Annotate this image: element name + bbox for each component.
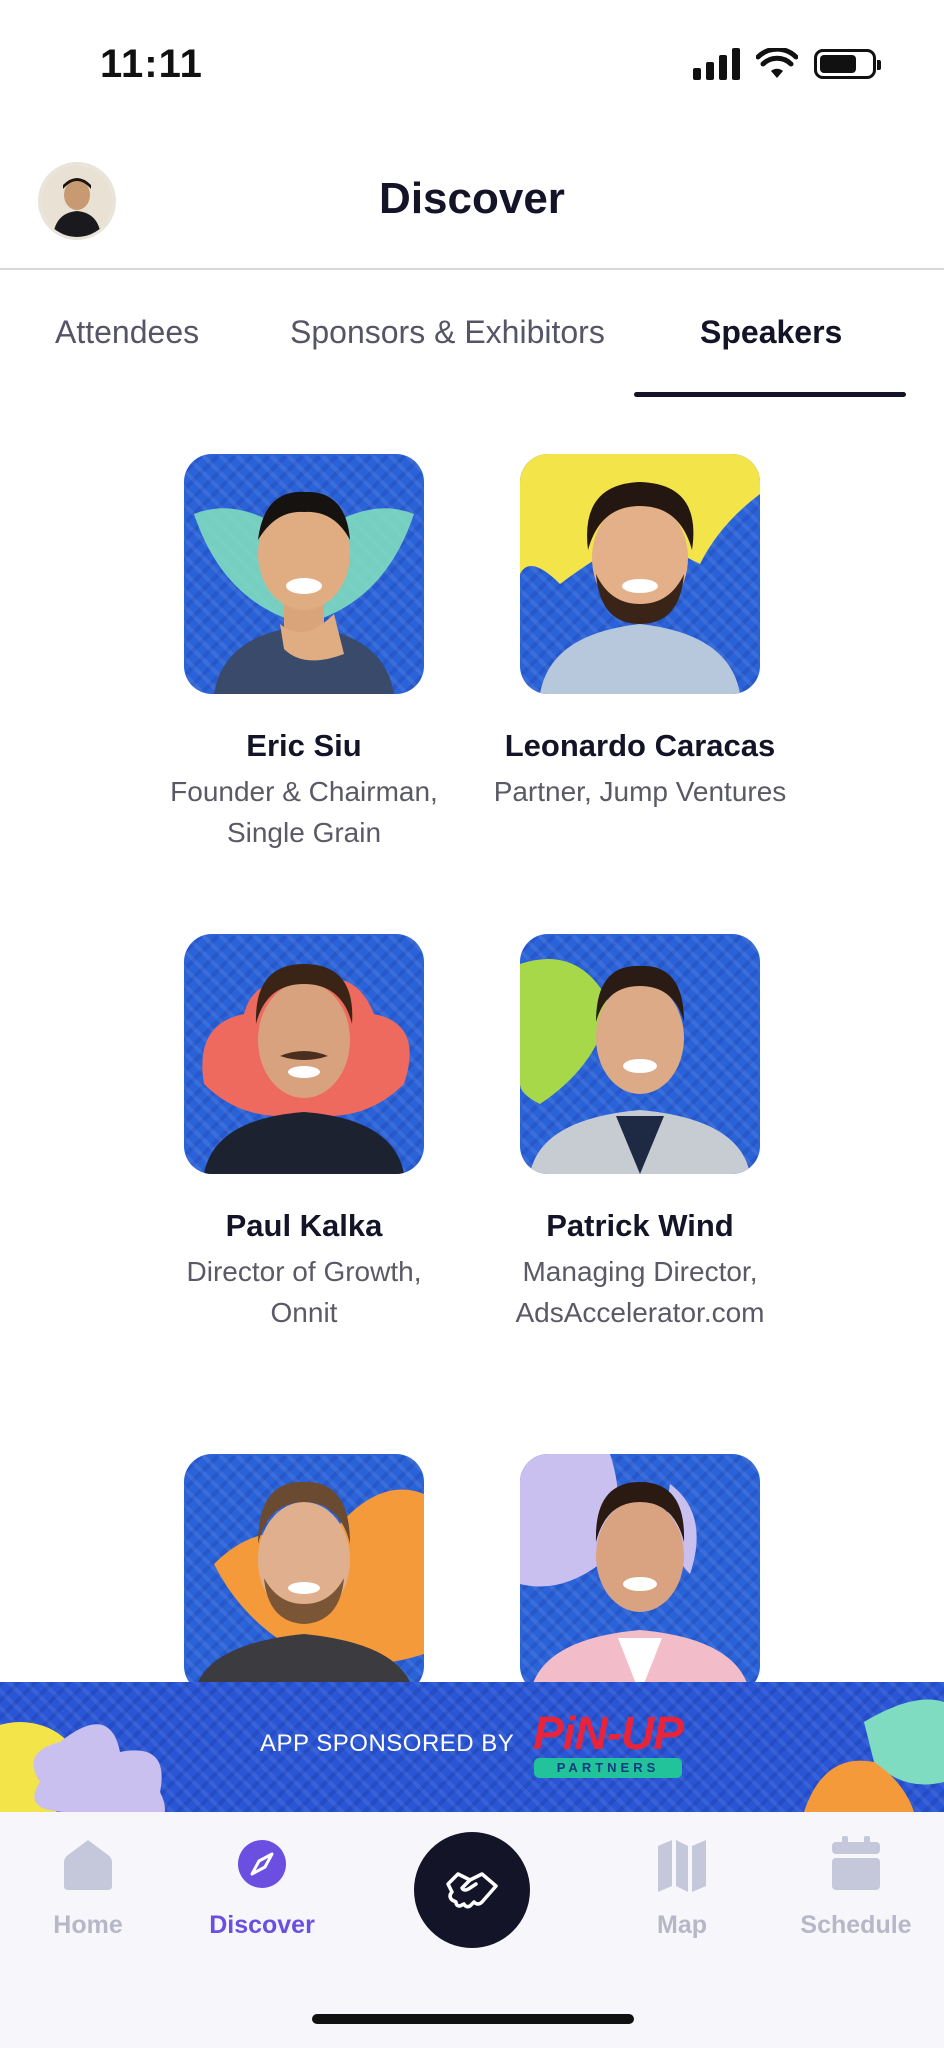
speaker-photo	[520, 934, 760, 1174]
speaker-role: Partner, Jump Ventures	[493, 776, 787, 807]
tab-attendees[interactable]: Attendees	[55, 314, 199, 351]
nav-map[interactable]: Map	[612, 1834, 752, 1940]
tab-bar: Attendees Sponsors & Exhibitors Speakers	[0, 272, 944, 400]
nav-schedule[interactable]: Schedule	[786, 1834, 926, 1940]
speaker-name: Patrick Wind	[546, 1208, 734, 1243]
bottom-nav: Home Discover Map Schedule	[0, 1812, 944, 2048]
status-bar: 11:11	[0, 0, 944, 130]
speaker-card[interactable]	[154, 1454, 454, 1682]
speaker-name: Leonardo Caracas	[504, 728, 776, 763]
nav-home[interactable]: Home	[18, 1834, 158, 1940]
speaker-photo	[184, 934, 424, 1174]
tab-sponsors-exhibitors[interactable]: Sponsors & Exhibitors	[290, 314, 605, 351]
speaker-name: Paul Kalka	[225, 1208, 383, 1243]
speaker-photo	[184, 1454, 424, 1682]
tab-speakers[interactable]: Speakers	[700, 314, 842, 351]
speaker-card[interactable]: Patrick Wind Managing Director, AdsAccel…	[490, 934, 790, 1333]
sponsor-banner[interactable]: APP SPONSORED BY PiN-UP PARTNERS	[0, 1682, 944, 1812]
speaker-photo	[184, 454, 424, 694]
speaker-name: Eric Siu	[246, 728, 362, 763]
handshake-icon	[446, 1872, 498, 1909]
speaker-grid: Eric Siu Founder & Chairman, Single Grai…	[0, 400, 944, 1682]
map-icon	[658, 1840, 706, 1892]
connect-button[interactable]	[414, 1832, 530, 1948]
speaker-photo	[520, 454, 760, 694]
speaker-role: Director of Growth, Onnit	[186, 1256, 422, 1328]
battery-icon	[814, 49, 881, 79]
active-tab-indicator	[634, 392, 906, 397]
nav-label: Schedule	[800, 1911, 912, 1939]
header: Discover	[0, 130, 944, 270]
calendar-icon	[832, 1836, 880, 1890]
home-icon	[64, 1840, 112, 1890]
banner-decoration-left	[0, 1722, 165, 1812]
speaker-card[interactable]	[490, 1454, 790, 1682]
wifi-icon	[756, 48, 798, 78]
speaker-photo	[520, 1454, 760, 1682]
sponsor-logo: PiN-UP PARTNERS	[530, 1708, 686, 1784]
speaker-role: Founder & Chairman, Single Grain	[170, 776, 438, 848]
banner-decoration-right	[804, 1699, 944, 1812]
nav-label: Home	[53, 1911, 123, 1939]
speaker-card[interactable]: Leonardo Caracas Partner, Jump Ventures	[490, 454, 790, 812]
battery-fill	[820, 55, 856, 73]
speaker-card[interactable]: Eric Siu Founder & Chairman, Single Grai…	[154, 454, 454, 853]
speaker-card[interactable]: Paul Kalka Director of Growth, Onnit	[154, 934, 454, 1333]
status-icons	[693, 48, 881, 80]
status-time: 11:11	[100, 42, 203, 86]
nav-label: Discover	[209, 1911, 315, 1939]
sponsor-logo-word: PiN-UP	[533, 1707, 684, 1759]
nav-discover[interactable]: Discover	[192, 1834, 332, 1940]
page-title: Discover	[379, 174, 565, 223]
sponsor-banner-text: APP SPONSORED BY	[260, 1730, 515, 1757]
home-indicator	[312, 2014, 634, 2024]
speaker-role: Managing Director, AdsAccelerator.com	[515, 1256, 765, 1328]
sponsor-logo-sub: PARTNERS	[534, 1758, 682, 1778]
nav-label: Map	[657, 1911, 707, 1939]
cellular-signal-icon	[693, 48, 740, 80]
compass-icon	[238, 1840, 286, 1888]
